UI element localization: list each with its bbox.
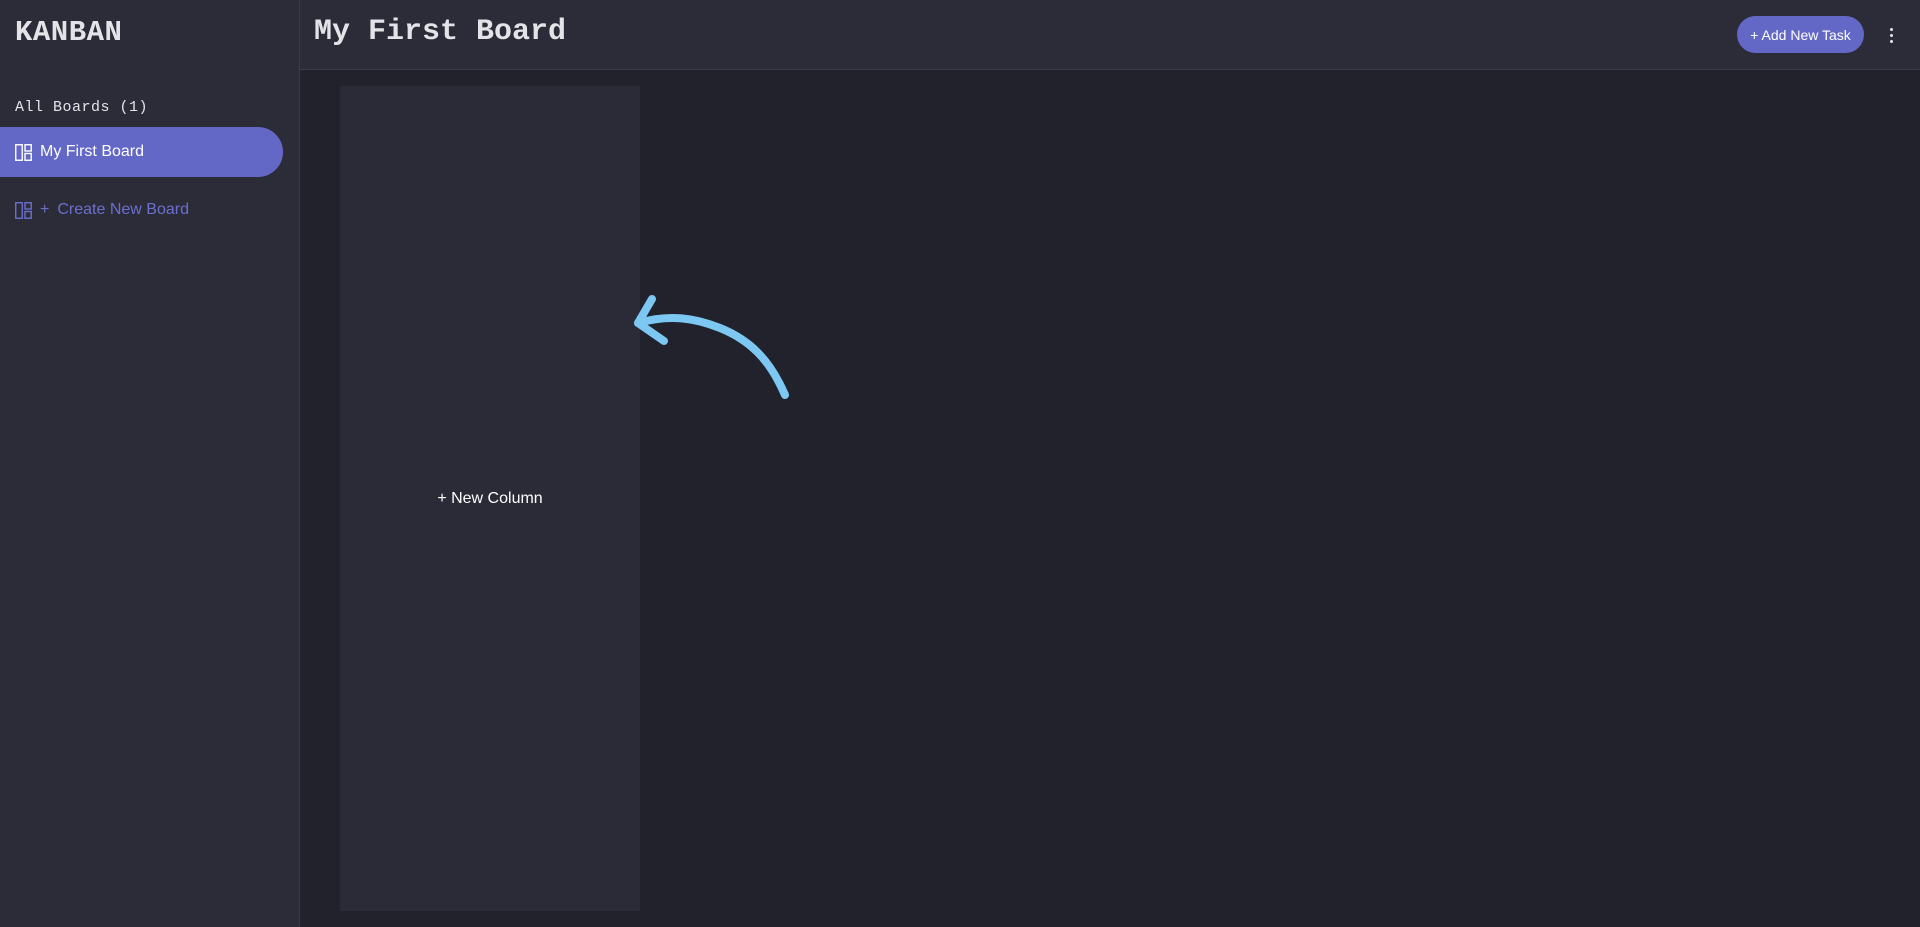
page-title: My First Board: [314, 15, 567, 49]
plus-icon: +: [40, 201, 50, 218]
add-new-task-button[interactable]: + Add New Task: [1737, 16, 1864, 53]
new-column-button[interactable]: + New Column: [340, 86, 640, 911]
kanban-app: KANBAN All Boards (1) My First Board + C…: [0, 0, 1920, 927]
menu-dot: [1889, 27, 1893, 31]
create-board-label: Create New Board: [57, 201, 189, 218]
new-column-label: + New Column: [437, 489, 543, 507]
curved-arrow-icon: [634, 295, 789, 399]
sidebar-item-my-first-board[interactable]: My First Board: [0, 127, 283, 177]
board-icon: [15, 143, 32, 161]
all-boards-heading: All Boards (1): [15, 99, 149, 116]
app-logo: KANBAN: [15, 16, 123, 49]
menu-dot: [1889, 33, 1893, 37]
menu-dot: [1889, 39, 1893, 43]
create-new-board-button[interactable]: + Create New Board: [0, 192, 283, 228]
header: My First Board + Add New Task: [300, 0, 1920, 70]
sidebar: KANBAN All Boards (1) My First Board + C…: [0, 0, 300, 927]
kebab-menu-icon[interactable]: [1883, 22, 1899, 48]
board-icon: [15, 201, 32, 219]
sidebar-item-label: My First Board: [40, 143, 145, 160]
